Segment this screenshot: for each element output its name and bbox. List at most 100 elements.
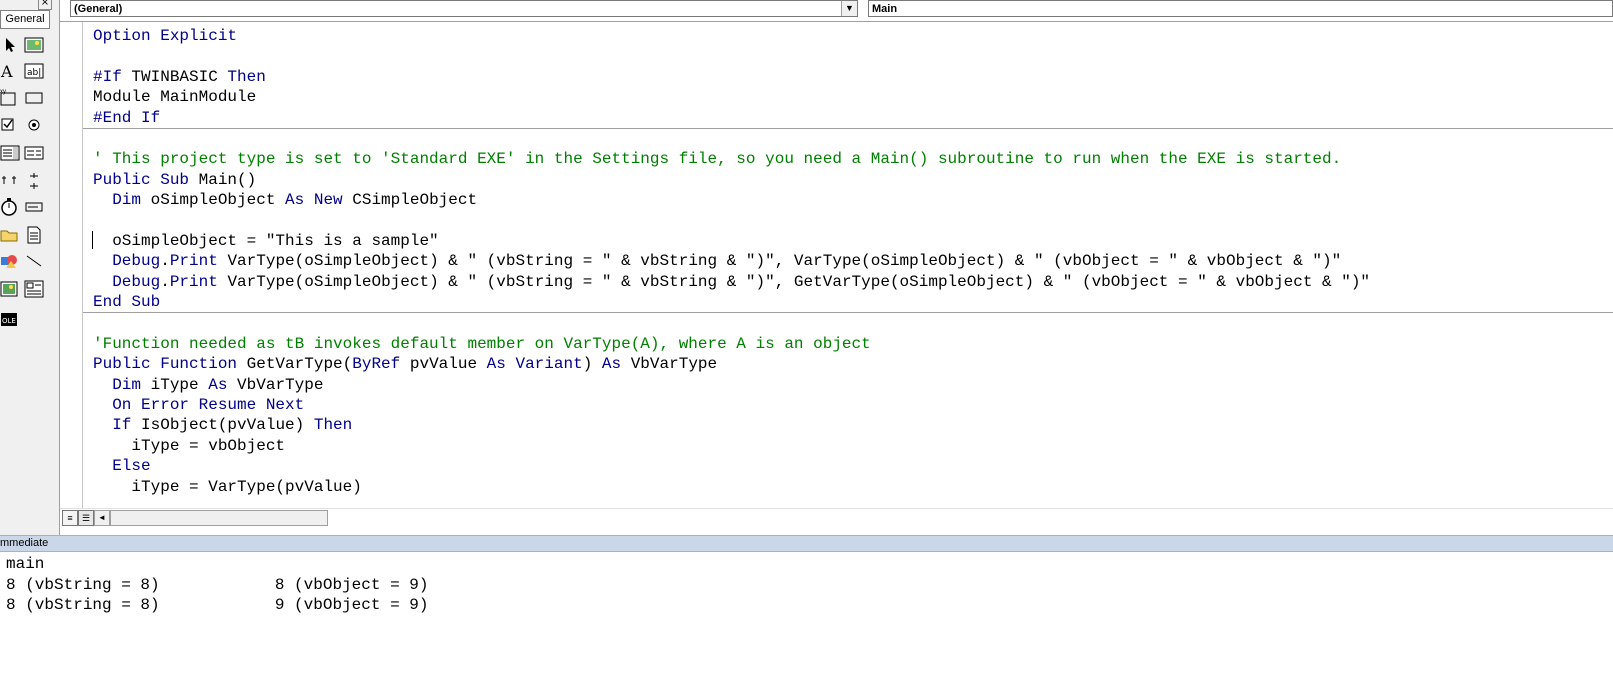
code-token: .	[160, 252, 170, 271]
code-keyword: On Error Resume Next	[112, 396, 305, 415]
code-keyword: Public Sub	[93, 170, 199, 189]
code-keyword: If	[112, 416, 142, 435]
label-icon[interactable]: A	[0, 62, 20, 80]
code-line[interactable]: Public Sub Main()	[93, 170, 1613, 190]
code-keyword: Then	[227, 67, 266, 86]
code-line[interactable]: Debug.Print VarType(oSimpleObject) & " (…	[93, 272, 1613, 292]
vscrollbar-icon[interactable]	[24, 172, 44, 190]
code-token: VbVarType	[630, 355, 718, 374]
code-keyword: As New	[285, 191, 353, 210]
code-token: VbVarType	[237, 375, 324, 394]
code-token: GetVarType(	[246, 355, 353, 374]
textbox-icon[interactable]: ab|	[24, 62, 44, 80]
code-token: )	[582, 355, 602, 374]
combobox-icon[interactable]	[0, 144, 20, 162]
immediate-output-line: main	[6, 555, 45, 573]
hscrollbar-icon[interactable]	[0, 172, 20, 190]
code-line[interactable]: Dim iType As VbVarType	[93, 375, 1613, 395]
code-keyword: Debug	[112, 252, 161, 271]
code-line[interactable]: #If TWINBASIC Then	[93, 67, 1613, 87]
line-icon[interactable]	[24, 252, 44, 270]
immediate-window[interactable]: main 8 (vbString = 8) 8 (vbObject = 9) 8 (…	[0, 552, 1613, 675]
code-line[interactable]: Dim oSimpleObject As New CSimpleObject	[93, 190, 1613, 210]
code-token: VarType(oSimpleObject) & " (vbString = "…	[227, 252, 1342, 271]
object-combobox[interactable]: (General) ▼	[70, 0, 858, 17]
svg-text:xy: xy	[0, 89, 6, 95]
code-line[interactable]: oSimpleObject = "This is a sample"	[93, 231, 1613, 251]
code-keyword: As Variant	[486, 355, 583, 374]
procedure-combobox-value: Main	[872, 3, 898, 15]
code-line[interactable]: #End If	[93, 108, 1613, 128]
code-token: TWINBASIC	[131, 67, 228, 86]
code-line[interactable]: Option Explicit	[93, 26, 1613, 46]
code-keyword: Else	[112, 457, 151, 476]
shape-icon[interactable]	[0, 252, 20, 270]
ole-icon[interactable]: OLE	[0, 310, 20, 328]
code-line[interactable]	[93, 211, 1613, 231]
code-horizontal-scrollbar[interactable]: ≡ ☰ ◄	[60, 508, 1613, 527]
code-line[interactable]: Debug.Print VarType(oSimpleObject) & " (…	[93, 251, 1613, 271]
code-keyword: Dim	[112, 375, 151, 394]
code-token: CSimpleObject	[352, 191, 478, 210]
code-line[interactable]: ' This project type is set to 'Standard …	[93, 149, 1613, 169]
toolbox-panel: × General A ab| xy OLE	[0, 0, 60, 537]
code-line[interactable]	[93, 313, 1613, 333]
optionbutton-icon[interactable]	[24, 116, 44, 134]
code-line[interactable]	[93, 129, 1613, 149]
toolbox-tab-general[interactable]: General	[0, 10, 50, 29]
frame-icon[interactable]: xy	[0, 88, 20, 106]
full-module-view-button[interactable]: ☰	[78, 510, 94, 526]
code-text[interactable]: Option Explicit #If TWINBASIC Then Module…	[83, 26, 1613, 497]
scroll-thumb[interactable]	[110, 510, 328, 526]
code-line[interactable]: On Error Resume Next	[93, 395, 1613, 415]
svg-text:A: A	[0, 62, 13, 80]
svg-text:OLE: OLE	[2, 317, 16, 325]
image-icon[interactable]	[0, 280, 20, 298]
timer-icon[interactable]	[0, 198, 20, 216]
code-keyword: Public Function	[93, 355, 247, 374]
code-token: oSimpleObject	[150, 191, 286, 210]
code-keyword: Print	[169, 252, 228, 271]
code-comment: 'Function needed as tB invokes default m…	[93, 334, 871, 353]
code-token: iType = vbObject	[93, 436, 286, 455]
code-keyword: Print	[169, 272, 228, 291]
code-token: pvValue	[409, 355, 487, 374]
code-line[interactable]: End Sub	[93, 292, 1613, 312]
code-line[interactable]: iType = VarType(pvValue)	[93, 477, 1613, 497]
code-line[interactable]: Else	[93, 456, 1613, 476]
listbox-icon[interactable]	[24, 144, 44, 162]
filelistbox-icon[interactable]	[24, 226, 44, 244]
procedure-view-button[interactable]: ≡	[62, 510, 78, 526]
code-token: Module MainModule	[93, 88, 257, 107]
code-line[interactable]	[93, 46, 1613, 66]
code-keyword: #End If	[93, 108, 161, 127]
dirlistbox-icon[interactable]	[0, 226, 20, 244]
scroll-left-button[interactable]: ◄	[94, 510, 110, 526]
code-line[interactable]: Module MainModule	[93, 87, 1613, 107]
picturebox-icon[interactable]	[24, 36, 44, 54]
code-line[interactable]: Public Function GetVarType(ByRef pvValue…	[93, 354, 1613, 374]
checkbox-icon[interactable]	[0, 116, 20, 134]
code-line[interactable]: If IsObject(pvValue) Then	[93, 415, 1613, 435]
code-keyword: End Sub	[93, 293, 161, 312]
chevron-down-icon[interactable]: ▼	[841, 1, 857, 16]
commandbutton-icon[interactable]	[24, 88, 44, 106]
code-line[interactable]: 'Function needed as tB invokes default m…	[93, 334, 1613, 354]
toolbox-close-button[interactable]: ×	[38, 0, 52, 10]
drivelistbox-icon[interactable]	[24, 198, 44, 216]
pointer-icon[interactable]	[0, 36, 20, 54]
immediate-window-title[interactable]: mmediate	[0, 535, 1613, 552]
breakpoint-margin[interactable]	[60, 22, 83, 511]
code-line[interactable]: iType = vbObject	[93, 436, 1613, 456]
immediate-output-line: 8 (vbString = 8) 8 (vbObject = 9)	[6, 575, 429, 594]
procedure-combobox[interactable]: Main	[868, 0, 1613, 17]
data-icon[interactable]	[24, 280, 44, 298]
code-editor[interactable]: Option Explicit #If TWINBASIC Then Module…	[60, 21, 1613, 511]
code-comment: ' This project type is set to 'Standard …	[93, 150, 1342, 169]
code-keyword: Option Explicit	[93, 27, 238, 45]
